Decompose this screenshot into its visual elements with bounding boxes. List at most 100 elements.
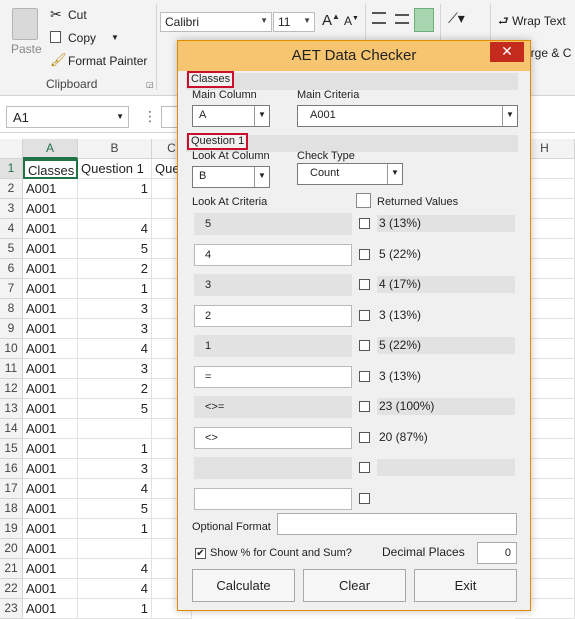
criteria-input[interactable]: = <box>194 366 352 388</box>
cell-a[interactable]: A001 <box>23 319 78 339</box>
cell-b[interactable]: 1 <box>78 179 152 199</box>
cell-a[interactable]: A001 <box>23 579 78 599</box>
select-all-corner[interactable] <box>0 139 23 159</box>
column-header-a[interactable]: A <box>23 139 78 159</box>
cell-b[interactable]: 4 <box>78 479 152 499</box>
row-header[interactable]: 23 <box>0 599 23 619</box>
row-header[interactable]: 15 <box>0 439 23 459</box>
criteria-input[interactable]: 3 <box>194 274 352 296</box>
decimal-places-input[interactable]: 0 <box>477 542 517 564</box>
criteria-checkbox[interactable] <box>359 371 370 382</box>
row-header[interactable]: 21 <box>0 559 23 579</box>
align-top-icon[interactable] <box>372 12 386 24</box>
criteria-checkbox[interactable] <box>359 279 370 290</box>
align-bottom-icon[interactable] <box>414 8 434 32</box>
row-header[interactable]: 3 <box>0 199 23 219</box>
cell-b[interactable]: 2 <box>78 259 152 279</box>
row-header[interactable]: 14 <box>0 419 23 439</box>
cell-b[interactable]: 5 <box>78 239 152 259</box>
cell-b[interactable]: 5 <box>78 399 152 419</box>
criteria-input[interactable]: 5 <box>194 213 352 235</box>
row-header[interactable]: 10 <box>0 339 23 359</box>
criteria-input[interactable]: 4 <box>194 244 352 266</box>
cell-b[interactable] <box>78 539 152 559</box>
cell-a[interactable]: A001 <box>23 419 78 439</box>
dialog-launcher-icon[interactable]: ◲ <box>146 80 154 89</box>
align-middle-icon[interactable] <box>395 14 409 24</box>
cell-a[interactable]: Classes <box>23 159 78 179</box>
cell-b[interactable]: 1 <box>78 279 152 299</box>
row-header[interactable]: 19 <box>0 519 23 539</box>
show-percent-checkbox[interactable]: ✔ <box>195 548 206 559</box>
row-header[interactable]: 9 <box>0 319 23 339</box>
criteria-checkbox[interactable] <box>359 218 370 229</box>
orientation-icon[interactable]: ⟋▾ <box>448 10 465 27</box>
cell-b[interactable]: 4 <box>78 579 152 599</box>
row-header[interactable]: 13 <box>0 399 23 419</box>
calculate-button[interactable]: Calculate <box>192 569 295 602</box>
row-header[interactable]: 5 <box>0 239 23 259</box>
cell-a[interactable]: A001 <box>23 399 78 419</box>
cell-a[interactable]: A001 <box>23 379 78 399</box>
shrink-font-icon[interactable]: A▼ <box>344 14 359 28</box>
cell-a[interactable]: A001 <box>23 519 78 539</box>
wrap-text-button[interactable]: ⮐ Wrap Text <box>498 12 566 33</box>
main-criteria-dropdown[interactable]: A001 ▼ <box>297 105 518 127</box>
criteria-checkbox[interactable] <box>359 340 370 351</box>
criteria-input[interactable]: 1 <box>194 335 352 357</box>
clear-button[interactable]: Clear <box>303 569 406 602</box>
cell-b[interactable]: 3 <box>78 319 152 339</box>
criteria-checkbox[interactable] <box>359 432 370 443</box>
row-header[interactable]: 8 <box>0 299 23 319</box>
cell-a[interactable]: A001 <box>23 259 78 279</box>
cell-a[interactable]: A001 <box>23 559 78 579</box>
row-header[interactable]: 17 <box>0 479 23 499</box>
criteria-input[interactable]: <>= <box>194 396 352 418</box>
merge-center-button[interactable]: erge & C <box>524 46 571 60</box>
row-header[interactable]: 11 <box>0 359 23 379</box>
criteria-checkbox[interactable] <box>359 493 370 504</box>
row-header[interactable]: 18 <box>0 499 23 519</box>
row-header[interactable]: 7 <box>0 279 23 299</box>
cell-b[interactable]: 3 <box>78 299 152 319</box>
font-size-combo[interactable]: 11 ▼ <box>273 12 315 32</box>
criteria-input[interactable]: 2 <box>194 305 352 327</box>
exit-button[interactable]: Exit <box>414 569 517 602</box>
cell-b[interactable]: 4 <box>78 219 152 239</box>
cell-b[interactable] <box>78 419 152 439</box>
cell-b[interactable] <box>78 199 152 219</box>
cell-b[interactable]: 1 <box>78 439 152 459</box>
check-type-dropdown[interactable]: Count ▼ <box>297 163 403 185</box>
cell-a[interactable]: A001 <box>23 279 78 299</box>
criteria-input[interactable]: <> <box>194 427 352 449</box>
main-column-dropdown[interactable]: A ▼ <box>192 105 270 127</box>
row-header[interactable]: 22 <box>0 579 23 599</box>
cell-b[interactable]: 1 <box>78 599 152 619</box>
cell-b[interactable]: 3 <box>78 359 152 379</box>
paste-button[interactable]: Paste <box>6 6 44 62</box>
cell-a[interactable]: A001 <box>23 479 78 499</box>
criteria-input[interactable] <box>194 488 352 510</box>
cell-b[interactable]: 3 <box>78 459 152 479</box>
cell-a[interactable]: A001 <box>23 599 78 619</box>
cell-b[interactable]: 4 <box>78 339 152 359</box>
optional-format-input[interactable] <box>277 513 517 535</box>
row-header[interactable]: 6 <box>0 259 23 279</box>
row-header[interactable]: 12 <box>0 379 23 399</box>
cell-a[interactable]: A001 <box>23 459 78 479</box>
cell-b[interactable]: 5 <box>78 499 152 519</box>
row-header[interactable]: 20 <box>0 539 23 559</box>
more-icon[interactable]: ⋮ <box>143 108 157 125</box>
cell-a[interactable]: A001 <box>23 199 78 219</box>
cell-a[interactable]: A001 <box>23 239 78 259</box>
cell-a[interactable]: A001 <box>23 179 78 199</box>
copy-button[interactable]: Copy ▼ <box>50 29 120 47</box>
cell-a[interactable]: A001 <box>23 539 78 559</box>
cell-a[interactable]: A001 <box>23 339 78 359</box>
font-name-combo[interactable]: Calibri ▼ <box>160 12 272 32</box>
name-box[interactable]: A1 ▼ <box>6 106 129 128</box>
column-header-b[interactable]: B <box>78 139 152 159</box>
row-header[interactable]: 16 <box>0 459 23 479</box>
criteria-checkbox[interactable] <box>359 462 370 473</box>
look-at-column-dropdown[interactable]: B ▼ <box>192 166 270 188</box>
